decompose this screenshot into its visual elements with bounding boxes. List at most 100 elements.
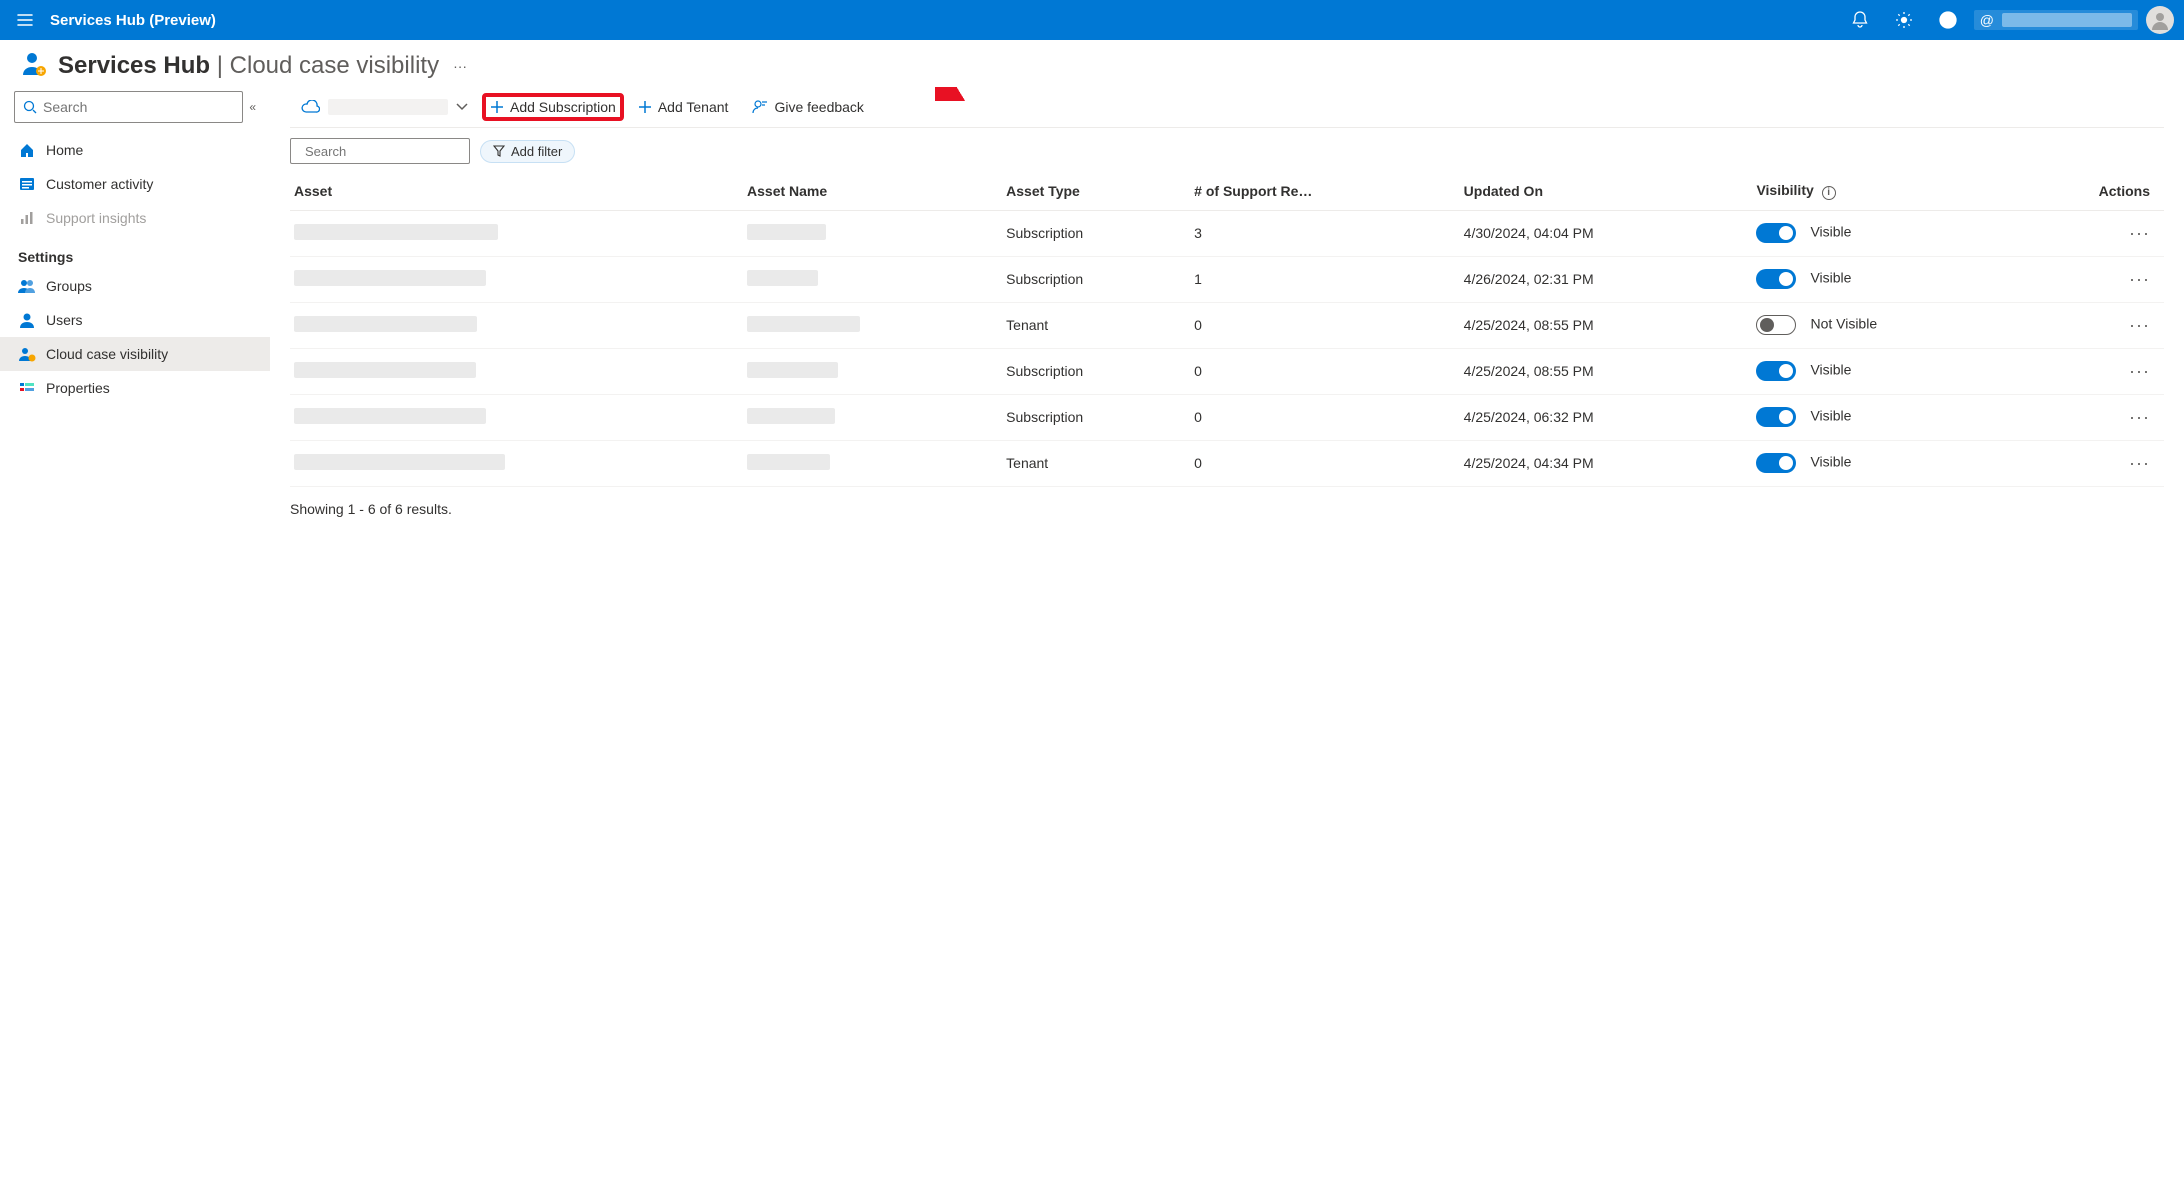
sidebar-item-properties[interactable]: Properties xyxy=(0,371,270,405)
table-search-input[interactable] xyxy=(305,144,481,159)
add-tenant-button[interactable]: Add Tenant xyxy=(628,93,739,121)
page: Services Hub | Cloud case visibility ···… xyxy=(0,40,2184,1190)
chevron-down-icon xyxy=(456,103,468,111)
settings-icon[interactable] xyxy=(1886,2,1922,38)
column-header[interactable]: Asset Type xyxy=(1002,172,1190,210)
header-more-icon[interactable]: ··· xyxy=(449,54,471,78)
redacted-asset-name xyxy=(747,224,826,240)
filter-bar: Add filter xyxy=(290,128,2164,172)
visibility-toggle[interactable] xyxy=(1756,223,1796,243)
list-icon xyxy=(18,175,36,193)
asset-type-cell: Subscription xyxy=(1002,348,1190,394)
visibility-toggle[interactable] xyxy=(1756,453,1796,473)
table-row: Subscription 3 4/30/2024, 04:04 PM Visib… xyxy=(290,210,2164,256)
plus-icon xyxy=(490,100,504,114)
assets-table: AssetAsset NameAsset Type# of Support Re… xyxy=(290,172,2164,487)
page-header: Services Hub | Cloud case visibility ··· xyxy=(0,40,2184,87)
command-bar: Add Subscription Add Tenant Give feedbac… xyxy=(290,87,2164,128)
add-filter-chip[interactable]: Add filter xyxy=(480,140,575,163)
give-feedback-button[interactable]: Give feedback xyxy=(742,93,874,121)
user-email-label: @ xyxy=(1980,12,1994,28)
sidebar-item-label: Properties xyxy=(46,380,110,396)
support-req-cell: 0 xyxy=(1190,394,1460,440)
sidebar-item-users[interactable]: Users xyxy=(0,303,270,337)
add-subscription-button[interactable]: Add Subscription xyxy=(482,93,624,121)
table-row: Subscription 0 4/25/2024, 08:55 PM Visib… xyxy=(290,348,2164,394)
add-tenant-label: Add Tenant xyxy=(658,99,729,115)
visibility-label: Visible xyxy=(1810,224,1851,240)
visibility-label: Not Visible xyxy=(1810,316,1877,332)
visibility-toggle[interactable] xyxy=(1756,315,1796,335)
updated-cell: 4/26/2024, 02:31 PM xyxy=(1460,256,1753,302)
row-actions-icon[interactable]: ··· xyxy=(2129,269,2150,289)
hamburger-menu[interactable] xyxy=(10,5,40,35)
sidebar-item-home[interactable]: Home xyxy=(0,133,270,167)
add-filter-label: Add filter xyxy=(511,144,562,159)
column-header[interactable]: Updated On xyxy=(1460,172,1753,210)
asset-type-cell: Subscription xyxy=(1002,256,1190,302)
tenant-selector[interactable] xyxy=(290,93,478,121)
sidebar-item-label: Groups xyxy=(46,278,92,294)
sidebar-search[interactable] xyxy=(14,91,243,123)
sidebar-item-support-insights: Support insights xyxy=(0,201,270,235)
redacted-asset xyxy=(294,454,505,470)
redacted-asset xyxy=(294,270,486,286)
topbar-right: @ xyxy=(1842,2,2174,38)
sidebar-search-row: « xyxy=(0,91,270,133)
visibility-toggle[interactable] xyxy=(1756,269,1796,289)
visibility-label: Visible xyxy=(1810,408,1851,424)
support-req-cell: 0 xyxy=(1190,440,1460,486)
support-req-cell: 1 xyxy=(1190,256,1460,302)
sidebar-item-groups[interactable]: Groups xyxy=(0,269,270,303)
sidebar-item-label: Users xyxy=(46,312,83,328)
chart-icon xyxy=(18,209,36,227)
row-actions-icon[interactable]: ··· xyxy=(2129,223,2150,243)
row-actions-icon[interactable]: ··· xyxy=(2129,453,2150,473)
column-header[interactable]: # of Support Re… xyxy=(1190,172,1460,210)
visibility-label: Visible xyxy=(1810,454,1851,470)
column-header[interactable]: Asset Name xyxy=(743,172,1002,210)
updated-cell: 4/25/2024, 04:34 PM xyxy=(1460,440,1753,486)
redacted-asset-name xyxy=(747,316,860,332)
row-actions-icon[interactable]: ··· xyxy=(2129,407,2150,427)
updated-cell: 4/30/2024, 04:04 PM xyxy=(1460,210,1753,256)
page-title: Services Hub | Cloud case visibility xyxy=(58,52,439,80)
visibility-toggle[interactable] xyxy=(1756,407,1796,427)
info-icon[interactable]: i xyxy=(1822,186,1836,200)
column-header[interactable]: Asset xyxy=(290,172,743,210)
notifications-icon[interactable] xyxy=(1842,2,1878,38)
support-req-cell: 0 xyxy=(1190,348,1460,394)
updated-cell: 4/25/2024, 08:55 PM xyxy=(1460,302,1753,348)
updated-cell: 4/25/2024, 06:32 PM xyxy=(1460,394,1753,440)
service-icon xyxy=(20,50,48,81)
visibility-label: Visible xyxy=(1810,270,1851,286)
help-icon[interactable] xyxy=(1930,2,1966,38)
column-header[interactable]: Visibility i xyxy=(1752,172,2026,210)
collapse-sidebar-icon[interactable]: « xyxy=(249,100,256,114)
sidebar-section-settings: Settings xyxy=(0,235,270,269)
user-chip[interactable]: @ xyxy=(1974,10,2138,30)
topbar: Services Hub (Preview) @ xyxy=(0,0,2184,40)
cloud-icon xyxy=(300,100,320,114)
avatar[interactable] xyxy=(2146,6,2174,34)
sidebar-item-customer-activity[interactable]: Customer activity xyxy=(0,167,270,201)
redacted-asset-name xyxy=(747,362,838,378)
table-search[interactable] xyxy=(290,138,470,164)
row-actions-icon[interactable]: ··· xyxy=(2129,361,2150,381)
group-icon xyxy=(18,277,36,295)
column-header[interactable]: Actions xyxy=(2027,172,2164,210)
redacted-asset-name xyxy=(747,408,835,424)
sidebar-item-cloud-case[interactable]: Cloud case visibility xyxy=(0,337,270,371)
plus-icon xyxy=(638,100,652,114)
visibility-toggle[interactable] xyxy=(1756,361,1796,381)
sidebar: « HomeCustomer activitySupport insights … xyxy=(0,87,270,1190)
redacted-asset-name xyxy=(747,270,818,286)
asset-type-cell: Tenant xyxy=(1002,302,1190,348)
body: « HomeCustomer activitySupport insights … xyxy=(0,87,2184,1190)
main: Add Subscription Add Tenant Give feedbac… xyxy=(270,87,2184,1190)
table-row: Tenant 0 4/25/2024, 04:34 PM Visible ··· xyxy=(290,440,2164,486)
row-actions-icon[interactable]: ··· xyxy=(2129,315,2150,335)
sidebar-item-label: Customer activity xyxy=(46,176,153,192)
asset-type-cell: Subscription xyxy=(1002,210,1190,256)
sidebar-search-input[interactable] xyxy=(43,99,234,115)
